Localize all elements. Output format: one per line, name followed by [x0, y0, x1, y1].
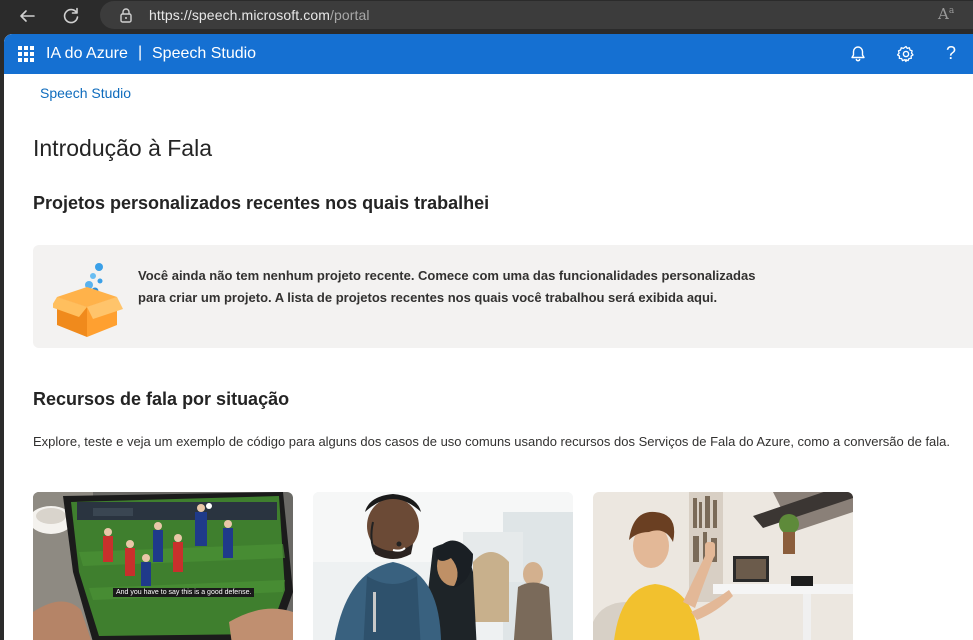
browser-toolbar: https://speech.microsoft.com/portal Aa: [0, 0, 973, 32]
gear-icon: [896, 45, 914, 63]
call-center-image: [313, 492, 573, 640]
refresh-button[interactable]: [58, 4, 84, 28]
captioning-image: [33, 492, 293, 640]
home-office-image: [593, 492, 853, 640]
captioning-card[interactable]: And you have to say this is a good defen…: [33, 492, 293, 640]
url-text: https://speech.microsoft.com/portal: [149, 7, 370, 23]
product-name[interactable]: Speech Studio: [152, 45, 256, 63]
open-box-icon: [53, 263, 123, 337]
help-button[interactable]: ?: [946, 43, 956, 64]
notifications-button[interactable]: [848, 44, 868, 64]
app-header: IA do Azure | Speech Studio ?: [4, 34, 973, 74]
empty-projects-card: Você ainda não tem nenhum projeto recent…: [33, 245, 973, 348]
bell-icon: [851, 46, 865, 62]
call-center-card[interactable]: [313, 492, 573, 640]
back-arrow-icon: [20, 10, 35, 22]
page-title: Introdução à Fala: [33, 135, 213, 161]
url-host: https://speech.microsoft.com: [149, 7, 330, 23]
lock-icon: [120, 8, 132, 23]
app-launcher-icon[interactable]: [18, 46, 34, 62]
header-separator: |: [138, 44, 143, 61]
read-aloud-icon[interactable]: Aa: [938, 5, 954, 23]
back-button[interactable]: [14, 4, 40, 28]
empty-projects-message: Você ainda não tem nenhum projeto recent…: [138, 268, 756, 305]
scenarios-description: Explore, teste e veja um exemplo de códi…: [33, 434, 951, 449]
voice-assistant-card[interactable]: [593, 492, 853, 640]
video-caption: And you have to say this is a good defen…: [113, 588, 255, 597]
settings-button[interactable]: [896, 44, 916, 64]
page-content: IA do Azure | Speech Studio ? Speech Stu…: [4, 34, 973, 640]
scenarios-title: Recursos de fala por situação: [33, 389, 290, 409]
breadcrumb[interactable]: Speech Studio: [40, 85, 131, 101]
refresh-icon: [63, 7, 79, 24]
url-path: /portal: [329, 7, 370, 23]
address-bar[interactable]: https://speech.microsoft.com/portal Aa: [100, 1, 973, 29]
recent-projects-title: Projetos personalizados recentes nos qua…: [33, 193, 490, 213]
brand-name[interactable]: IA do Azure: [46, 45, 128, 63]
